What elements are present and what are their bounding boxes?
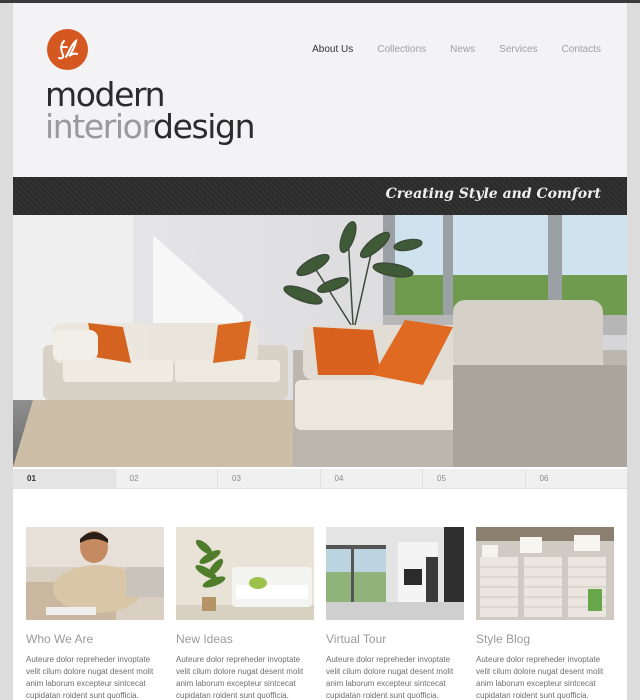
- logo-line-2: interiordesign: [45, 110, 256, 143]
- nav-services[interactable]: Services: [499, 44, 537, 55]
- slide-tab-02[interactable]: 02: [116, 469, 218, 488]
- card-new-ideas: New Ideas Auteure dolor repreheder invop…: [176, 527, 314, 700]
- card-description: Auteure dolor repreheder invoptate velit…: [476, 655, 604, 700]
- logo-word-design: design: [153, 107, 255, 146]
- room-interior-icon: [326, 527, 464, 620]
- slide-tab-06[interactable]: 06: [526, 469, 628, 488]
- card-description: Auteure dolor repreheder invoptate velit…: [326, 655, 454, 700]
- site-logo[interactable]: modern interiordesign: [45, 78, 256, 143]
- tagline-text: Creating Style and Comfort: [385, 186, 601, 202]
- slide-pager: 01 02 03 04 05 06: [13, 469, 627, 489]
- card-title[interactable]: Who We Are: [26, 632, 164, 646]
- card-thumbnail-room[interactable]: [326, 527, 464, 620]
- nav-news[interactable]: News: [450, 44, 475, 55]
- slide-tab-03[interactable]: 03: [218, 469, 321, 488]
- living-room-illustration: [13, 215, 627, 467]
- card-thumbnail-man[interactable]: [26, 527, 164, 620]
- hero-image: [13, 215, 627, 467]
- card-title[interactable]: Virtual Tour: [326, 632, 464, 646]
- card-title[interactable]: New Ideas: [176, 632, 314, 646]
- logo-word-interior: interior: [45, 107, 154, 146]
- card-description: Auteure dolor repreheder invoptate velit…: [26, 655, 154, 700]
- card-thumbnail-blinds[interactable]: [476, 527, 614, 620]
- blinds-lamps-icon: [476, 527, 614, 620]
- card-description: Auteure dolor repreheder invoptate velit…: [176, 655, 304, 700]
- card-virtual-tour: Virtual Tour Auteure dolor repreheder in…: [326, 527, 464, 700]
- card-style-blog: Style Blog Auteure dolor repreheder invo…: [476, 527, 614, 700]
- slide-tab-05[interactable]: 05: [423, 469, 526, 488]
- slide-tab-01[interactable]: 01: [13, 469, 116, 488]
- nav-contacts[interactable]: Contacts: [562, 44, 601, 55]
- tagline-banner: Creating Style and Comfort: [13, 177, 627, 215]
- man-portrait-icon: [26, 527, 164, 620]
- left-sofa: [43, 321, 288, 400]
- sofa-plant-icon: [176, 527, 314, 620]
- logo-glyph-icon: [57, 38, 78, 59]
- logo-icon[interactable]: [47, 29, 88, 70]
- right-sofa: [293, 300, 627, 467]
- slide-tab-04[interactable]: 04: [321, 469, 423, 488]
- card-thumbnail-sofa[interactable]: [176, 527, 314, 620]
- main-nav: About Us Collections News Services Conta…: [312, 44, 601, 55]
- nav-about-us[interactable]: About Us: [312, 44, 353, 55]
- card-title[interactable]: Style Blog: [476, 632, 614, 646]
- page: modern interiordesign About Us Collectio…: [13, 3, 627, 700]
- nav-collections[interactable]: Collections: [377, 44, 426, 55]
- feature-cards: Who We Are Auteure dolor repreheder invo…: [26, 527, 616, 700]
- site-header: modern interiordesign About Us Collectio…: [13, 3, 627, 177]
- card-who-we-are: Who We Are Auteure dolor repreheder invo…: [26, 527, 164, 700]
